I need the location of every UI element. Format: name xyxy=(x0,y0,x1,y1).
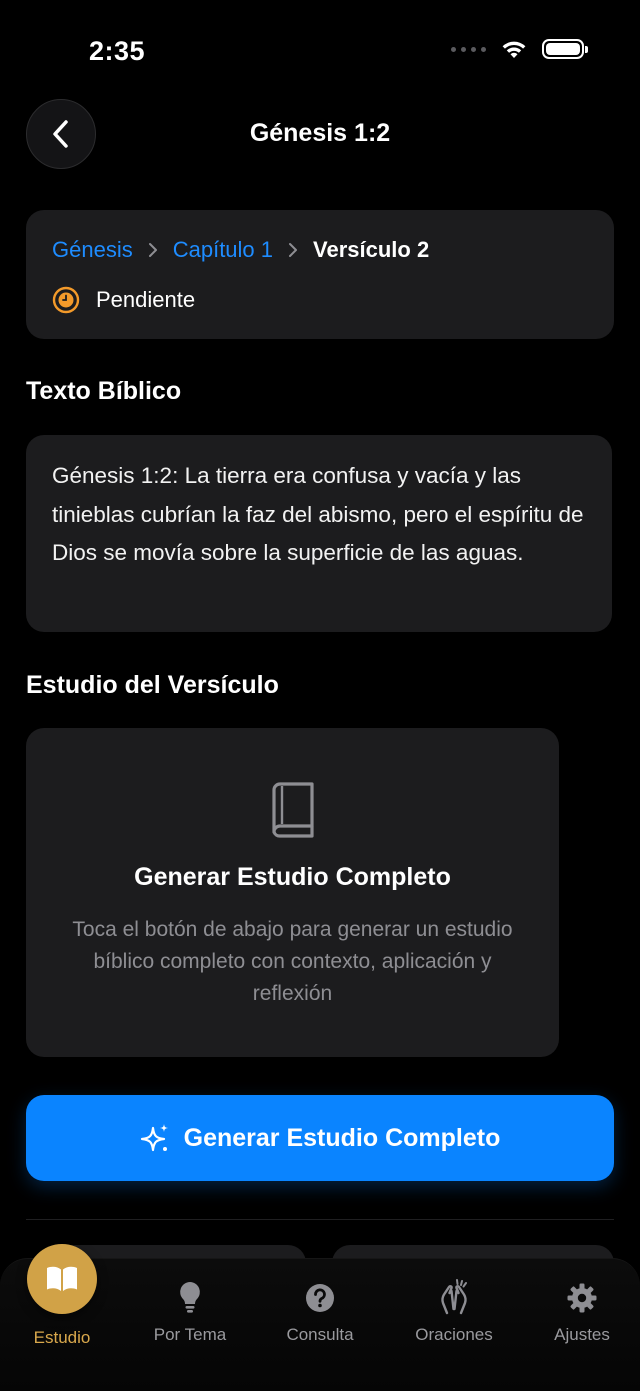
generate-study-button[interactable]: Generar Estudio Completo xyxy=(26,1095,614,1181)
praying-hands-icon xyxy=(441,1279,467,1315)
study-card-description: Toca el botón de abajo para generar un e… xyxy=(72,918,513,1005)
tab-consulta-label: Consulta xyxy=(286,1325,354,1344)
verse-text: Génesis 1:2: La tierra era confusa y vac… xyxy=(52,463,584,565)
tab-por-tema[interactable]: Por Tema xyxy=(140,1281,240,1345)
section-title-study: Estudio del Versículo xyxy=(26,671,279,699)
clock-icon xyxy=(52,286,80,314)
tab-bar: Estudio Por Tema Consulta Oraciones Ajus… xyxy=(0,1244,640,1391)
lightbulb-icon xyxy=(180,1282,200,1313)
cellular-signal-icon xyxy=(451,46,486,52)
chevron-right-icon xyxy=(147,241,159,259)
breadcrumb-book-link[interactable]: Génesis xyxy=(52,237,133,263)
tab-ajustes-label: Ajustes xyxy=(554,1325,610,1344)
battery-icon xyxy=(542,39,588,59)
book-open-icon xyxy=(47,1266,77,1291)
tab-por-tema-label: Por Tema xyxy=(153,1325,227,1344)
breadcrumb-card: Génesis Capítulo 1 Versículo 2 Pendiente xyxy=(26,210,614,339)
tab-consulta[interactable]: Consulta xyxy=(270,1283,370,1345)
tab-oraciones[interactable]: Oraciones xyxy=(404,1279,504,1345)
gear-icon xyxy=(567,1283,597,1313)
tab-oraciones-label: Oraciones xyxy=(415,1325,493,1344)
tab-estudio[interactable]: Estudio xyxy=(20,1244,104,1348)
tab-ajustes[interactable]: Ajustes xyxy=(532,1283,632,1345)
generate-study-button-label: Generar Estudio Completo xyxy=(183,1123,501,1152)
sparkles-icon xyxy=(140,1124,168,1152)
study-placeholder-card: Generar Estudio Completo Toca el botón d… xyxy=(26,728,559,1057)
breadcrumb: Génesis Capítulo 1 Versículo 2 xyxy=(52,237,429,263)
status-badge: Pendiente xyxy=(52,286,195,314)
page-title: Génesis 1:2 xyxy=(249,119,391,147)
status-label: Pendiente xyxy=(96,287,196,312)
section-title-text: Texto Bíblico xyxy=(26,377,182,405)
nav-header: Génesis 1:2 xyxy=(0,99,640,169)
status-time: 2:35 xyxy=(89,36,146,66)
tab-estudio-label: Estudio xyxy=(33,1328,91,1347)
breadcrumb-current-verse: Versículo 2 xyxy=(313,237,430,262)
breadcrumb-chapter-link[interactable]: Capítulo 1 xyxy=(173,237,273,263)
status-icons xyxy=(451,38,588,60)
book-icon xyxy=(272,782,314,838)
question-circle-icon xyxy=(306,1284,334,1312)
study-card-title: Generar Estudio Completo xyxy=(134,863,451,891)
divider xyxy=(26,1219,614,1220)
tab-active-indicator xyxy=(27,1244,97,1314)
verse-card: Génesis 1:2: La tierra era confusa y vac… xyxy=(26,435,612,632)
status-bar: 2:35 xyxy=(0,0,640,100)
wifi-icon xyxy=(502,41,526,58)
chevron-right-icon xyxy=(287,241,299,259)
